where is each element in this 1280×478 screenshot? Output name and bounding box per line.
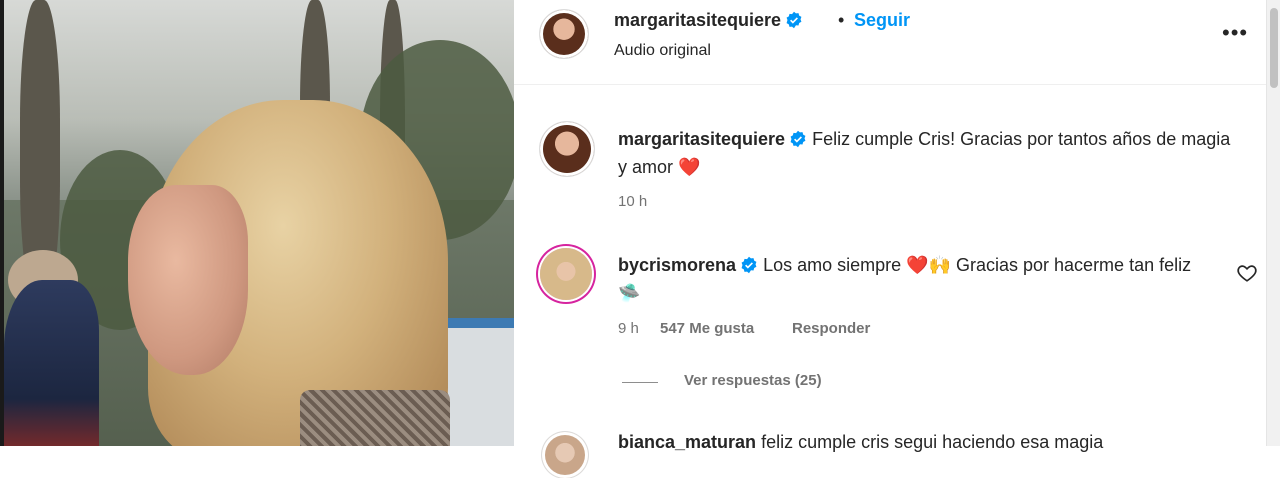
photo-vehicle: [440, 318, 514, 446]
comment-likes-text: 547 Me gusta: [660, 320, 755, 337]
caption-text: margaritasitequiere Feliz cumple Cris! G…: [618, 125, 1238, 181]
comment-username[interactable]: bianca_maturan: [618, 432, 756, 452]
caption-avatar[interactable]: [540, 122, 594, 176]
comment-body-b: Gracias por hacerme tan feliz: [956, 255, 1192, 275]
comment-avatar[interactable]: [540, 248, 592, 300]
author-username[interactable]: margaritasitequiere: [614, 10, 803, 31]
more-options-icon[interactable]: •••: [1222, 20, 1248, 46]
scrollbar[interactable]: [1266, 0, 1280, 446]
reply-label: Responder: [792, 320, 871, 337]
comment-text: bianca_maturan feliz cumple cris segui h…: [618, 428, 1238, 456]
post-media[interactable]: [0, 0, 514, 446]
replies-line: [622, 382, 658, 383]
verified-badge-icon: [786, 11, 802, 29]
photo-woman-face: [128, 185, 248, 375]
header-separator: •: [838, 10, 845, 30]
caption-emoji: ❤️: [678, 157, 701, 177]
comment-body-a: Los amo siempre: [763, 255, 902, 275]
reply-button[interactable]: Responder: [792, 320, 870, 337]
comment-emoji-b: 🛸: [618, 283, 641, 303]
caption-username[interactable]: margaritasitequiere: [618, 129, 785, 149]
comment-body: feliz cumple cris segui haciendo esa mag…: [761, 432, 1104, 452]
heart-like-icon[interactable]: [1236, 262, 1258, 284]
comment-time[interactable]: 9 h: [618, 320, 639, 337]
photo-person: [4, 280, 99, 446]
author-username-text: margaritasitequiere: [614, 10, 782, 30]
comment-text: bycrismorena Los amo siempre ❤️🙌 Gracias…: [618, 251, 1218, 307]
author-avatar[interactable]: [540, 10, 588, 58]
comment-emoji-a: ❤️🙌: [906, 255, 951, 275]
comment-likes[interactable]: 547 Me gusta: [660, 320, 754, 337]
view-replies-button[interactable]: Ver respuestas (25): [684, 372, 822, 389]
comment-username[interactable]: bycrismorena: [618, 255, 736, 275]
photo-coat: [300, 390, 450, 446]
comment-avatar[interactable]: [542, 432, 588, 478]
audio-label[interactable]: Audio original: [614, 42, 711, 60]
follow-button[interactable]: Seguir: [854, 10, 910, 31]
scrollbar-thumb[interactable]: [1270, 8, 1278, 88]
verified-badge-icon: [790, 130, 806, 148]
caption-time[interactable]: 10 h: [618, 193, 647, 210]
post-panel: margaritasitequiere • Seguir Audio origi…: [514, 0, 1266, 478]
verified-badge-icon: [741, 256, 757, 274]
header-divider: [514, 84, 1266, 85]
